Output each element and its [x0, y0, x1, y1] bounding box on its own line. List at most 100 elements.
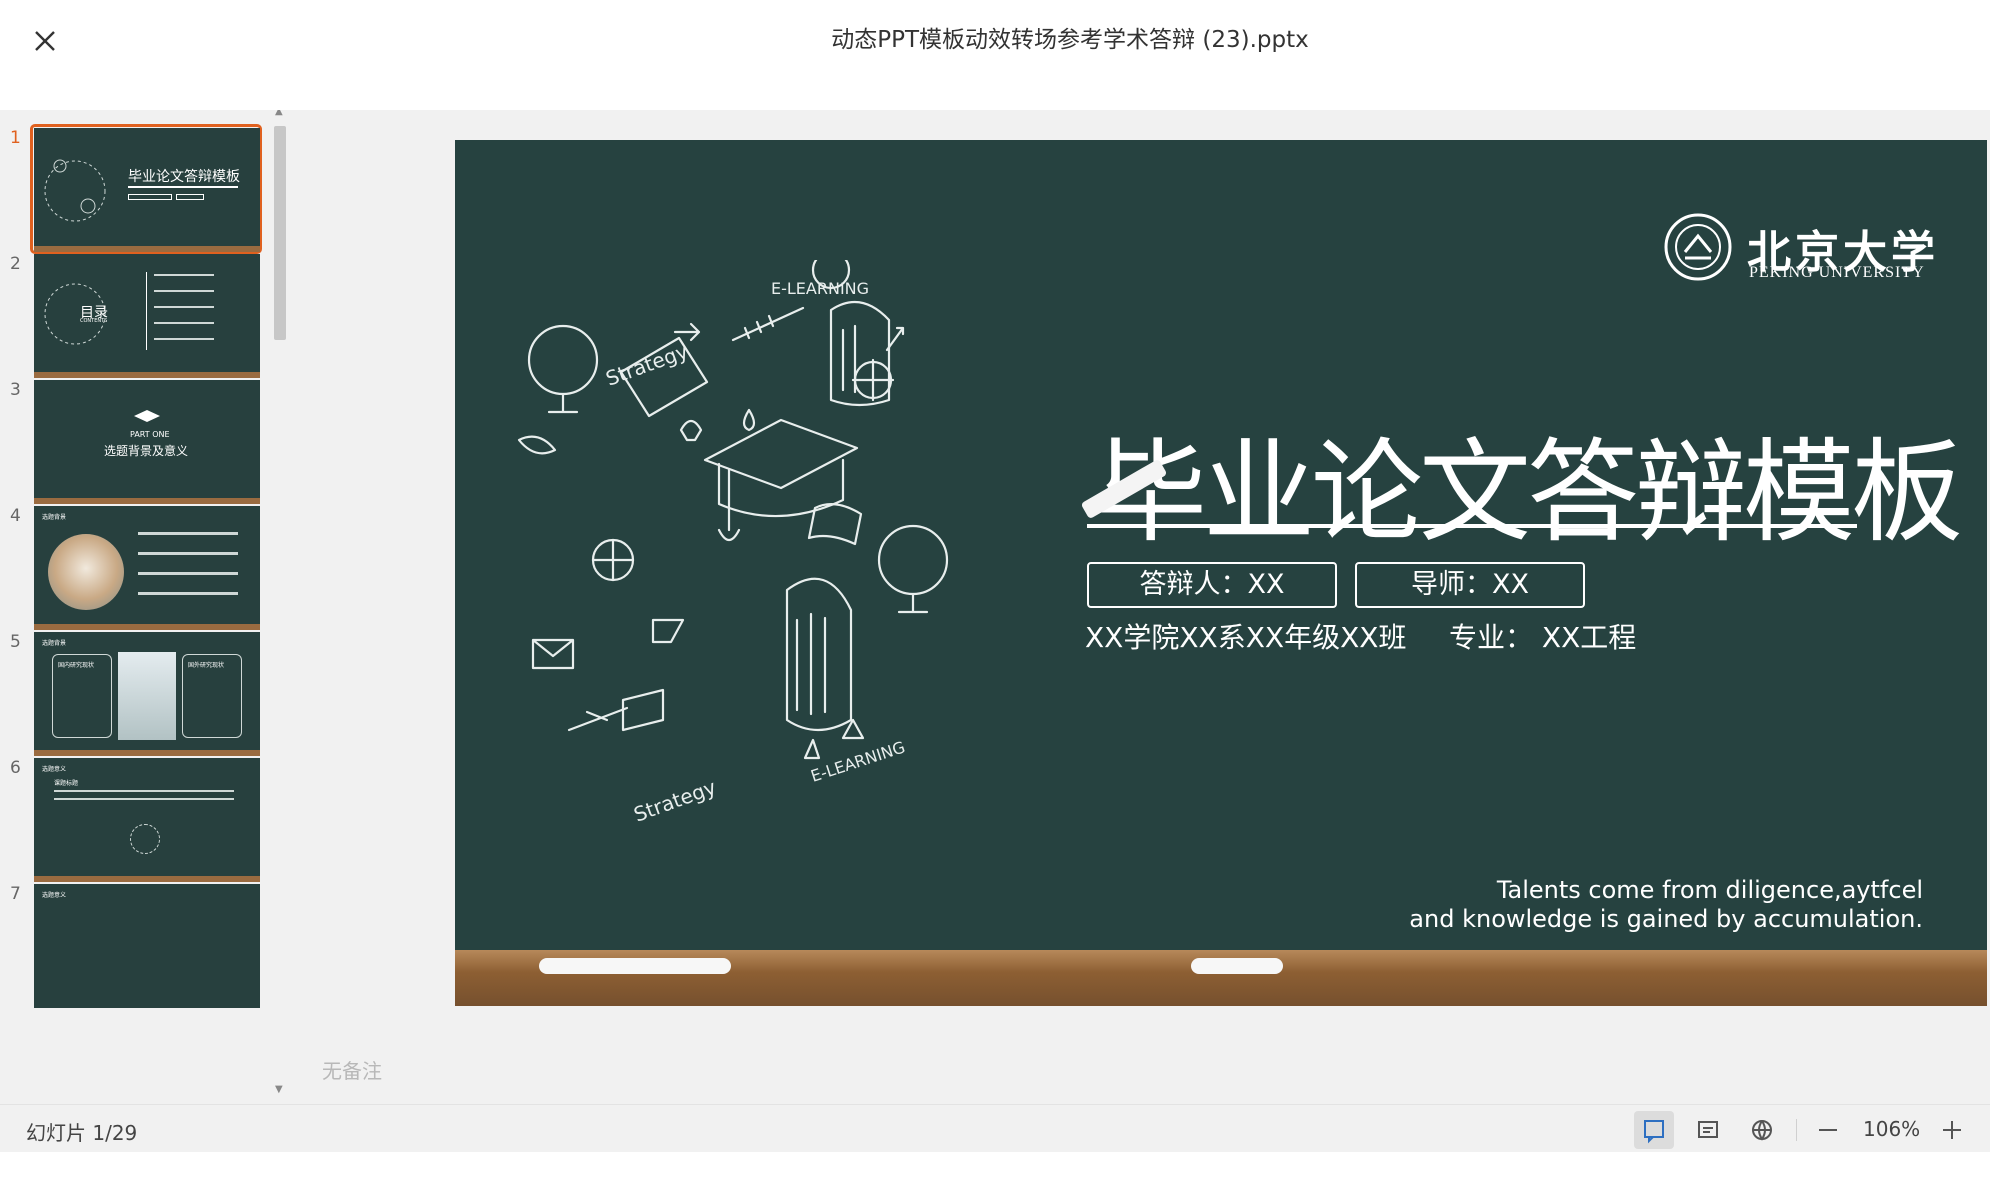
- thumbnail-pill: [128, 194, 172, 200]
- document-title: 动态PPT模板动效转场参考学术答辩 (23).pptx: [831, 27, 1309, 53]
- title-underline: [1087, 524, 1857, 528]
- subtitle-button[interactable]: [1688, 1111, 1728, 1149]
- thumbnail-frame[interactable]: PART ONE 选题背景及意义: [30, 376, 262, 506]
- thumbnail-7[interactable]: 7 选题意义: [0, 866, 270, 1008]
- notes-view-button[interactable]: [1634, 1111, 1674, 1149]
- thumbnail-line: [138, 592, 238, 595]
- university-name-en: PEKING UNIVERSITY: [1749, 264, 1925, 281]
- class-info: XX学院XX系XX年级XX班: [1085, 621, 1407, 654]
- notes-placeholder[interactable]: 无备注: [322, 1055, 382, 1084]
- bottom-margin: [0, 1152, 1990, 1190]
- slide-quote: Talents come from diligence,aytfcel and …: [1409, 876, 1923, 934]
- thumbnail-subtitle: CONTENTS: [80, 318, 108, 324]
- notes-view-icon: [1644, 1120, 1664, 1144]
- advisor-pill: 导师：XX: [1355, 562, 1585, 608]
- doodle-label: E-LEARNING: [771, 279, 869, 298]
- thumbnail-preview: 选题意义: [34, 884, 260, 1008]
- chalk-piece: [539, 958, 731, 974]
- thumbnail-6[interactable]: 6 选题意义 课题标题: [0, 740, 270, 882]
- slide-title: 毕业论文答辩模板: [1095, 428, 1963, 558]
- thumbnail-2[interactable]: 2 目录 CONTENTS: [0, 236, 270, 378]
- thumbnail-number: 7: [10, 884, 21, 904]
- slide-counter: 幻灯片 1/29: [26, 1121, 138, 1145]
- thumbnail-frame[interactable]: 选题背景: [30, 502, 262, 632]
- main-area: 1 毕业论文答辩模板 2 目录 CONTENTS 3 PART ONE 选题背景…: [0, 110, 1990, 1104]
- doodle-label: Strategy: [603, 339, 692, 391]
- zoom-level[interactable]: 106%: [1863, 1117, 1920, 1141]
- thumbnail-line: [154, 322, 214, 324]
- scroll-down-icon[interactable]: ▼: [275, 1084, 283, 1095]
- thumbnail-4[interactable]: 4 选题背景: [0, 488, 270, 630]
- thumbnail-line: [54, 798, 234, 800]
- status-bar: 幻灯片 1/29 106%: [0, 1104, 1990, 1152]
- quote-line-2: and knowledge is gained by accumulation.: [1409, 905, 1923, 933]
- thumbnail-1[interactable]: 1 毕业论文答辩模板: [0, 110, 270, 254]
- graduation-cap-icon: [134, 410, 160, 422]
- thumbnail-title: 毕业论文答辩模板: [128, 169, 240, 185]
- thumbnail-pill: [176, 194, 204, 200]
- thumbnail-line: [154, 290, 214, 292]
- thumbnail-number: 6: [10, 758, 21, 778]
- defender-pill: 答辩人：XX: [1087, 562, 1337, 608]
- thumbnail-frame[interactable]: 选题意义: [30, 880, 262, 1010]
- thumbnail-diagram: [130, 824, 160, 854]
- thumbnail-number: 2: [10, 254, 21, 274]
- thumbnail-frame[interactable]: 毕业论文答辩模板: [30, 124, 262, 254]
- thumbnail-frame[interactable]: 目录 CONTENTS: [30, 250, 262, 380]
- thumbnail-heading: 国外研究现状: [188, 662, 225, 669]
- title-bar: 动态PPT模板动效转场参考学术答辩 (23).pptx: [0, 0, 1990, 110]
- thumbnail-preview: 选题背景: [34, 506, 260, 630]
- thumbnail-line: [54, 790, 234, 792]
- major-info: 专业： XX工程: [1449, 621, 1637, 654]
- doodle-label: E-LEARNING: [808, 737, 907, 785]
- thumbnail-line: [154, 338, 214, 340]
- thumbnail-line: [154, 274, 214, 276]
- subtitle-icon: [1698, 1121, 1718, 1138]
- thumbnail-label: 选题背景: [42, 640, 67, 647]
- thumbnail-preview: 目录 CONTENTS: [34, 254, 260, 378]
- thumbnail-title: 选题背景及意义: [104, 444, 189, 458]
- thumbnail-preview: 选题背景 国内研究现状 国外研究现状: [34, 632, 260, 756]
- thumbnail-preview: 选题意义 课题标题: [34, 758, 260, 882]
- thumbnail-line: [154, 306, 214, 308]
- presentation-viewer: 动态PPT模板动效转场参考学术答辩 (23).pptx 1 毕业论文答辩模板 2…: [0, 0, 1990, 1190]
- chalk-piece: [1191, 958, 1283, 974]
- zoom-in-icon: [1943, 1121, 1961, 1139]
- doodle-cluster-icon: E-LEARNING Strategy Strategy E-LEARNING: [517, 260, 949, 827]
- thumbnail-number: 1: [10, 128, 21, 148]
- thumbnail-line: [138, 532, 238, 535]
- thumbnail-heading: 课题标题: [54, 780, 79, 787]
- zoom-in-button[interactable]: [1932, 1111, 1972, 1149]
- thumbnail-line: [138, 552, 238, 555]
- university-seal-icon: [1664, 213, 1732, 281]
- quote-line-1: Talents come from diligence,aytfcel: [1496, 876, 1923, 904]
- thumbnail-preview: PART ONE 选题背景及意义: [34, 380, 260, 504]
- slide-canvas[interactable]: E-LEARNING Strategy Strategy E-LEARNING …: [455, 140, 1987, 1006]
- thumbnail-5[interactable]: 5 选题背景 国内研究现状 国外研究现状: [0, 614, 270, 756]
- zoom-out-button[interactable]: [1808, 1111, 1848, 1149]
- thumbnail-heading: 国内研究现状: [58, 662, 95, 669]
- zoom-out-icon: [1819, 1129, 1837, 1131]
- thumbnail-number: 5: [10, 632, 21, 652]
- divider: [1796, 1119, 1797, 1141]
- thumbnail-label: 选题背景: [42, 514, 67, 521]
- thumbnail-number: 3: [10, 380, 21, 400]
- thumbnail-panel: 1 毕业论文答辩模板 2 目录 CONTENTS 3 PART ONE 选题背景…: [0, 110, 288, 1104]
- thumbnail-line: [138, 572, 238, 575]
- scrollbar-thumb[interactable]: [274, 126, 286, 340]
- thumbnail-3[interactable]: 3 PART ONE 选题背景及意义: [0, 362, 270, 504]
- thumbnail-frame[interactable]: 选题背景 国内研究现状 国外研究现状: [30, 628, 262, 758]
- globe-icon: [1752, 1120, 1772, 1141]
- language-button[interactable]: [1742, 1111, 1782, 1149]
- thumbnail-underline: [128, 186, 238, 188]
- thumbnail-kicker: PART ONE: [130, 430, 170, 439]
- doodle-icon: [44, 159, 106, 222]
- thumbnail-preview: 毕业论文答辩模板: [34, 128, 260, 252]
- thumbnail-photo: [48, 534, 124, 610]
- thumbnail-number: 4: [10, 506, 21, 526]
- thumbnail-photo: [118, 652, 176, 740]
- scroll-up-icon[interactable]: ▲: [275, 110, 283, 117]
- thumbnail-label: 选题意义: [42, 766, 67, 773]
- thumbnail-frame[interactable]: 选题意义 课题标题: [30, 754, 262, 884]
- thumbnail-label: 选题意义: [42, 892, 67, 899]
